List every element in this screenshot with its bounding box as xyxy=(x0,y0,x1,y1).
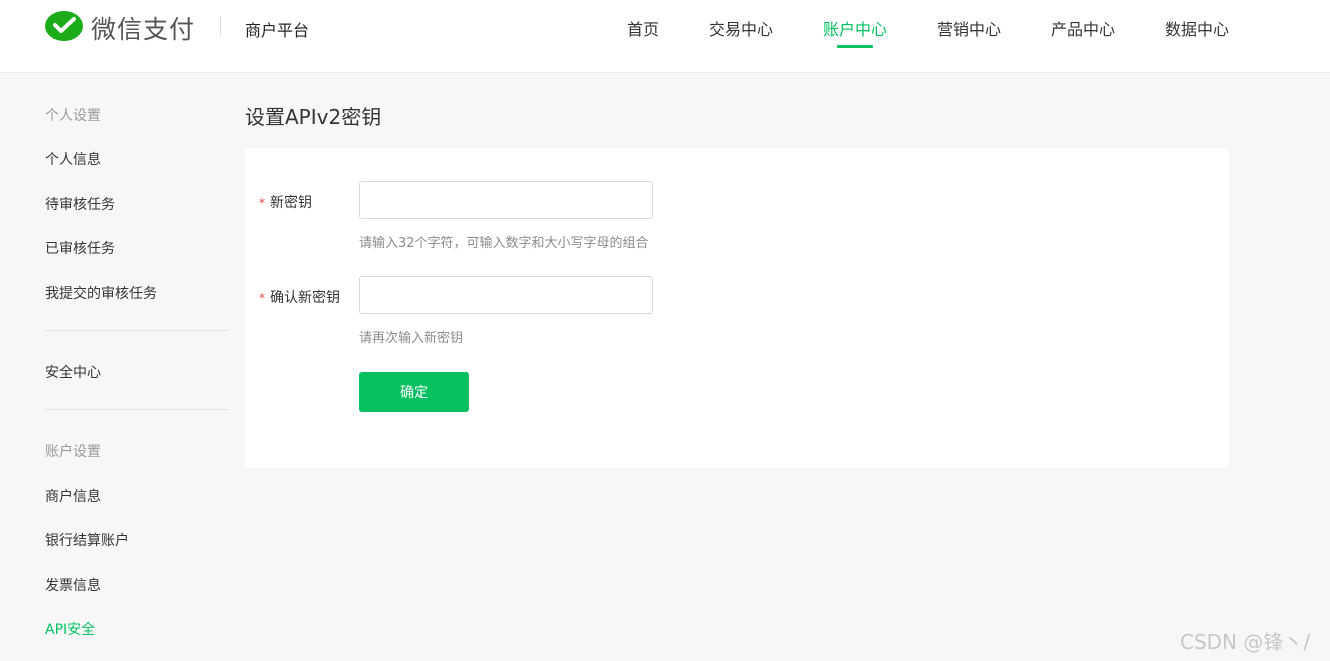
brand-name: 微信支付 xyxy=(91,15,196,44)
sidebar-group-account: 账户设置 xyxy=(45,444,101,460)
sidebar-item-api-security[interactable]: API安全 xyxy=(45,619,95,639)
confirm-key-input[interactable] xyxy=(359,276,653,314)
nav-marketing[interactable]: 营销中心 xyxy=(937,16,1001,40)
nav-data[interactable]: 数据中心 xyxy=(1165,16,1229,40)
brand-divider xyxy=(220,16,221,36)
new-key-hint: 请输入32个字符，可输入数字和大小写字母的组合 xyxy=(359,236,649,251)
nav-products[interactable]: 产品中心 xyxy=(1051,16,1115,40)
nav-transactions[interactable]: 交易中心 xyxy=(709,16,773,40)
sidebar-group-personal: 个人设置 xyxy=(45,108,101,124)
sidebar-item-merchant-info[interactable]: 商户信息 xyxy=(45,486,101,506)
required-mark: * xyxy=(259,196,265,210)
active-nav-indicator xyxy=(837,45,873,48)
sidebar-item-reviewed[interactable]: 已审核任务 xyxy=(45,238,115,258)
platform-title: 商户平台 xyxy=(245,21,310,40)
sidebar-item-pending-review[interactable]: 待审核任务 xyxy=(45,194,115,214)
nav-account-center[interactable]: 账户中心 xyxy=(823,16,887,40)
form-card: * 新密钥 请输入32个字符，可输入数字和大小写字母的组合 * 确认新密钥 请再次输… xyxy=(245,148,1229,468)
sidebar-item-personal-info[interactable]: 个人信息 xyxy=(45,149,101,169)
page-title: 设置APIv2密钥 xyxy=(245,105,382,129)
new-key-label-text: 新密钥 xyxy=(270,195,312,211)
nav-home[interactable]: 首页 xyxy=(627,16,659,40)
required-mark: * xyxy=(259,291,265,305)
new-key-input[interactable] xyxy=(359,181,653,219)
sidebar-divider xyxy=(45,409,229,410)
sidebar-item-bank-account[interactable]: 银行结算账户 xyxy=(45,530,129,550)
sidebar-item-my-submitted[interactable]: 我提交的审核任务 xyxy=(45,283,157,303)
watermark: CSDN @锋丶/ xyxy=(1180,630,1311,654)
new-key-label: * 新密钥 xyxy=(259,192,312,212)
sidebar-divider xyxy=(45,330,229,331)
sidebar-item-invoice-info[interactable]: 发票信息 xyxy=(45,575,101,595)
confirm-key-hint: 请再次输入新密钥 xyxy=(359,331,464,346)
confirm-key-label: * 确认新密钥 xyxy=(259,287,340,307)
top-header: 微信支付 商户平台 首页 交易中心 账户中心 营销中心 产品中心 数据中心 xyxy=(0,0,1330,73)
confirm-button[interactable]: 确定 xyxy=(359,372,469,412)
sidebar-item-security-center[interactable]: 安全中心 xyxy=(45,362,101,382)
wechat-pay-logo-icon xyxy=(45,11,83,41)
confirm-key-label-text: 确认新密钥 xyxy=(270,290,340,306)
